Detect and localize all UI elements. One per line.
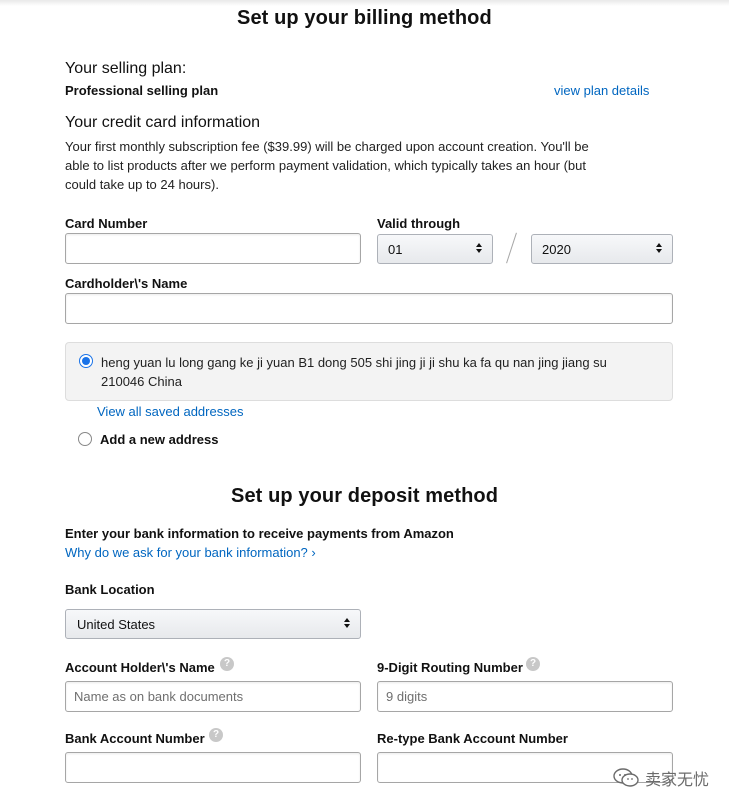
credit-card-note-line: could take up to 24 hours). — [65, 177, 219, 192]
select-arrows-icon — [476, 243, 482, 253]
retype-account-number-label: Re-type Bank Account Number — [377, 731, 568, 746]
credit-card-note: Your first monthly subscription fee ($39… — [65, 137, 589, 194]
select-arrows-icon — [656, 243, 662, 253]
view-saved-addresses-link[interactable]: View all saved addresses — [97, 404, 243, 419]
billing-title: Set up your billing method — [237, 7, 492, 29]
credit-card-heading: Your credit card information — [65, 114, 261, 131]
routing-number-label: 9-Digit Routing Number — [377, 660, 523, 675]
cardholder-name-label: Cardholder\'s Name — [65, 276, 188, 291]
help-question-icon[interactable]: ? — [209, 728, 223, 742]
wechat-logo-icon — [613, 768, 639, 787]
expiry-month-value: 01 — [388, 241, 403, 257]
top-shadow-bar — [0, 0, 729, 6]
routing-number-input[interactable] — [377, 681, 673, 712]
bank-location-value: United States — [77, 616, 156, 632]
date-separator — [506, 232, 517, 264]
add-new-address-radio[interactable] — [78, 432, 92, 446]
selling-plan-heading: Your selling plan: — [65, 60, 187, 77]
view-plan-details-link[interactable]: view plan details — [554, 83, 649, 98]
why-bank-info-link[interactable]: Why do we ask for your bank information?… — [65, 545, 316, 560]
card-number-label: Card Number — [65, 216, 148, 231]
cardholder-name-input[interactable] — [65, 293, 673, 324]
bank-info-heading: Enter your bank information to receive p… — [65, 526, 454, 541]
saved-address-text: heng yuan lu long gang ke ji yuan B1 don… — [101, 353, 607, 391]
bank-account-number-label: Bank Account Number — [65, 731, 205, 746]
bank-account-number-input[interactable] — [65, 752, 361, 783]
help-question-icon[interactable]: ? — [526, 657, 540, 671]
card-number-input[interactable] — [65, 233, 361, 264]
expiry-month-select[interactable]: 01 — [377, 234, 493, 264]
bank-location-select[interactable]: United States — [65, 609, 361, 639]
address-line: heng yuan lu long gang ke ji yuan B1 don… — [101, 355, 607, 370]
expiry-year-value: 2020 — [542, 241, 571, 257]
account-holder-input[interactable] — [65, 681, 361, 712]
credit-card-note-line: able to list products after we perform p… — [65, 158, 586, 173]
radio-selected-icon[interactable] — [79, 354, 93, 368]
selling-plan-name: Professional selling plan — [65, 83, 219, 98]
valid-through-label: Valid through — [377, 216, 461, 231]
address-line: 210046 China — [101, 374, 182, 389]
add-new-address-label[interactable]: Add a new address — [100, 432, 218, 447]
deposit-title: Set up your deposit method — [231, 485, 499, 507]
expiry-year-select[interactable]: 2020 — [531, 234, 673, 264]
watermark-text: 卖家无忧 — [644, 772, 709, 789]
credit-card-note-line: Your first monthly subscription fee ($39… — [65, 139, 589, 154]
account-holder-label: Account Holder\'s Name — [65, 660, 215, 675]
watermark: 卖家无忧 — [613, 766, 709, 790]
help-question-icon[interactable]: ? — [220, 657, 234, 671]
select-arrows-icon — [344, 618, 350, 628]
bank-location-label: Bank Location — [65, 582, 155, 597]
